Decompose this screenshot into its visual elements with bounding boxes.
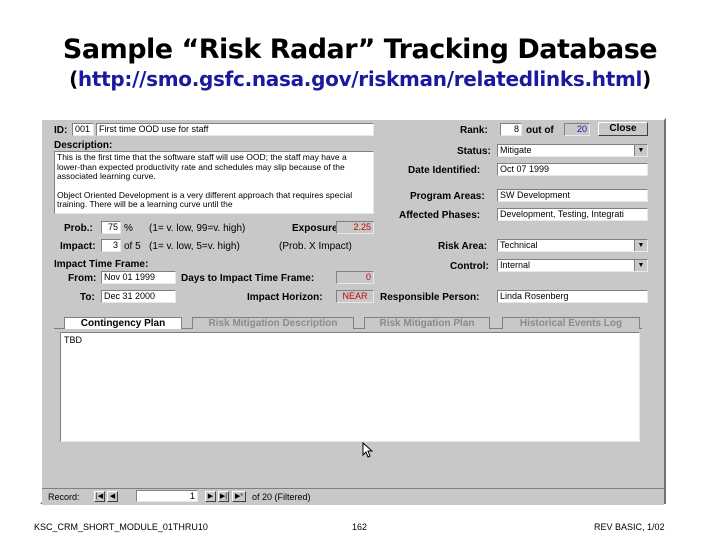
description-paragraph-1: This is the first time that the software… bbox=[57, 152, 347, 181]
risk-name-field[interactable]: First time OOD use for staff bbox=[96, 123, 374, 136]
description-label: Description: bbox=[54, 140, 113, 151]
close-button[interactable]: Close bbox=[598, 122, 648, 136]
control-value: Internal bbox=[500, 260, 531, 270]
tab-contingency-plan[interactable]: Contingency Plan bbox=[64, 317, 182, 329]
exposure-field: 2.25 bbox=[336, 221, 374, 234]
days-to-impact-label: Days to Impact Time Frame: bbox=[181, 273, 315, 284]
slide-subtitle: (http://smo.gsfc.nasa.gov/riskman/relate… bbox=[0, 67, 720, 91]
date-identified-field[interactable]: Oct 07 1999 bbox=[497, 163, 648, 176]
impact-scale-note: (1= v. low, 5=v. high) bbox=[149, 241, 240, 252]
subtitle-open: ( bbox=[69, 67, 78, 91]
footer-revision: REV BASIC, 1/02 bbox=[594, 522, 665, 532]
rank-out-of-label: out of bbox=[526, 125, 554, 136]
from-date-field[interactable]: Nov 01 1999 bbox=[101, 271, 176, 284]
responsible-person-label: Responsible Person: bbox=[380, 292, 480, 303]
control-label: Control: bbox=[450, 261, 489, 272]
id-label: ID: bbox=[54, 125, 68, 136]
prob-label: Prob.: bbox=[64, 223, 93, 234]
chevron-down-icon[interactable]: ▼ bbox=[634, 145, 647, 156]
risk-area-select[interactable]: Technical ▼ bbox=[497, 239, 648, 252]
to-label: To: bbox=[80, 292, 95, 303]
impact-time-frame-label: Impact Time Frame: bbox=[54, 259, 149, 270]
previous-record-button[interactable]: ◀ bbox=[107, 491, 118, 502]
prob-field[interactable]: 75 bbox=[101, 221, 121, 234]
record-label: Record: bbox=[48, 492, 80, 502]
status-label: Status: bbox=[457, 146, 491, 157]
risk-area-label: Risk Area: bbox=[438, 241, 488, 252]
rank-total-field: 20 bbox=[564, 123, 590, 136]
chevron-down-icon[interactable]: ▼ bbox=[634, 240, 647, 251]
affected-phases-label: Affected Phases: bbox=[399, 210, 481, 221]
rank-label: Rank: bbox=[460, 125, 488, 136]
risk-area-value: Technical bbox=[500, 240, 538, 250]
current-record-field[interactable]: 1 bbox=[136, 490, 198, 502]
impact-horizon-label: Impact Horizon: bbox=[247, 292, 323, 303]
first-record-button[interactable]: |◀ bbox=[94, 491, 105, 502]
impact-of-text: of 5 bbox=[124, 241, 141, 252]
status-value: Mitigate bbox=[500, 145, 532, 155]
tab-risk-mitigation-plan[interactable]: Risk Mitigation Plan bbox=[364, 317, 490, 329]
impact-horizon-field: NEAR bbox=[336, 290, 374, 303]
footer-module-name: KSC_CRM_SHORT_MODULE_01THRU10 bbox=[34, 522, 208, 532]
tab-historical-events-log[interactable]: Historical Events Log bbox=[502, 317, 640, 329]
from-label: From: bbox=[68, 273, 97, 284]
cursor-icon bbox=[362, 442, 373, 458]
prob-unit: % bbox=[124, 223, 133, 234]
impact-label: Impact: bbox=[60, 241, 96, 252]
program-areas-label: Program Areas: bbox=[410, 191, 485, 202]
record-count-text: of 20 (Filtered) bbox=[252, 492, 311, 502]
days-to-impact-field: 0 bbox=[336, 271, 374, 284]
impact-formula-note: (Prob. X Impact) bbox=[279, 241, 352, 252]
impact-field[interactable]: 3 bbox=[101, 239, 121, 252]
subtitle-link[interactable]: http://smo.gsfc.nasa.gov/riskman/related… bbox=[78, 67, 642, 91]
prob-scale-note: (1= v. low, 99=v. high) bbox=[149, 223, 246, 234]
tab-risk-mitigation-description[interactable]: Risk Mitigation Description bbox=[192, 317, 354, 329]
new-record-button[interactable]: ▶* bbox=[232, 491, 246, 502]
control-select[interactable]: Internal ▼ bbox=[497, 259, 648, 272]
slide-title: Sample “Risk Radar” Tracking Database bbox=[62, 34, 658, 65]
affected-phases-field[interactable]: Development, Testing, Integrati bbox=[497, 208, 648, 221]
next-record-button[interactable]: ▶ bbox=[205, 491, 216, 502]
to-date-field[interactable]: Dec 31 2000 bbox=[101, 290, 176, 303]
chevron-down-icon[interactable]: ▼ bbox=[634, 260, 647, 271]
program-areas-field[interactable]: SW Development bbox=[497, 189, 648, 202]
status-select[interactable]: Mitigate ▼ bbox=[497, 144, 648, 157]
description-paragraph-2: Object Oriented Development is a very di… bbox=[57, 189, 353, 209]
footer-page-number: 162 bbox=[352, 522, 368, 532]
responsible-person-field[interactable]: Linda Rosenberg bbox=[497, 290, 648, 303]
exposure-label: Exposure: bbox=[292, 223, 341, 234]
id-field[interactable]: 001 bbox=[72, 123, 94, 136]
last-record-button[interactable]: ▶| bbox=[218, 491, 229, 502]
subtitle-close: ) bbox=[642, 67, 651, 91]
date-identified-label: Date Identified: bbox=[408, 165, 481, 176]
rank-field[interactable]: 8 bbox=[500, 123, 522, 136]
description-textarea[interactable]: This is the first time that the software… bbox=[54, 151, 374, 214]
risk-radar-form-window: ID: 001 First time OOD use for staff Ran… bbox=[40, 118, 666, 505]
contingency-plan-textarea[interactable]: TBD bbox=[60, 332, 640, 442]
